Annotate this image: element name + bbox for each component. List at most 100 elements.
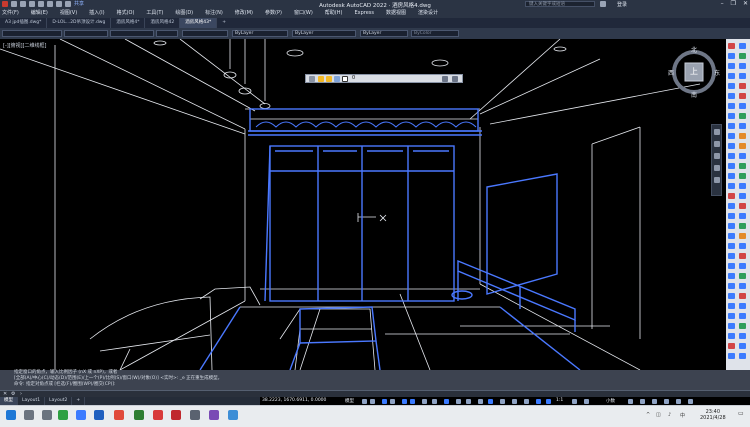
search-icon[interactable] xyxy=(24,410,34,420)
app-red-icon[interactable] xyxy=(114,410,124,420)
region-icon[interactable] xyxy=(739,183,746,189)
minimize-button[interactable]: – xyxy=(721,0,724,7)
viewport-controls[interactable]: [-][俯视][二维线框] xyxy=(3,42,47,49)
current-layer-name[interactable]: 0 xyxy=(352,75,355,81)
quick-dimension-icon[interactable] xyxy=(728,273,735,279)
annotation-scale-icon[interactable] xyxy=(536,399,541,404)
zoom-window-icon[interactable] xyxy=(739,293,746,299)
app-blue-icon[interactable] xyxy=(228,410,238,420)
layer-lock-tool-icon[interactable] xyxy=(739,283,746,289)
point-icon[interactable] xyxy=(739,153,746,159)
polar-icon[interactable] xyxy=(390,399,395,404)
layer-properties-icon[interactable] xyxy=(309,76,315,82)
tolerance-icon[interactable] xyxy=(728,253,735,259)
annotation-monitor-icon[interactable] xyxy=(584,399,589,404)
start-icon[interactable] xyxy=(6,410,16,420)
leader-icon[interactable] xyxy=(728,243,735,249)
dynamic-ucs-icon[interactable] xyxy=(478,399,483,404)
transparency-icon[interactable] xyxy=(444,399,449,404)
workspace-switch-icon[interactable] xyxy=(546,399,551,404)
autocad-taskbar-icon[interactable] xyxy=(171,410,181,420)
join-icon[interactable] xyxy=(728,163,735,169)
viewcube[interactable]: 北 南 东 西 上 xyxy=(668,45,720,99)
annotation-scale-value[interactable]: 1:1 xyxy=(556,398,563,403)
offset-icon[interactable] xyxy=(728,73,735,79)
mtext-icon[interactable] xyxy=(739,203,746,209)
plot-icon[interactable] xyxy=(728,353,735,359)
dimension-linear-icon[interactable] xyxy=(728,203,735,209)
menu-view[interactable]: 视图(V) xyxy=(60,9,77,18)
selection-cycling-icon[interactable] xyxy=(456,399,461,404)
gizmo-icon[interactable] xyxy=(500,399,505,404)
layer-previous-icon[interactable] xyxy=(452,76,458,82)
volume-icon[interactable]: ♪ xyxy=(668,412,671,418)
model-tab[interactable]: 模型 xyxy=(0,397,18,405)
quick-properties-icon[interactable] xyxy=(628,399,633,404)
browser-icon[interactable] xyxy=(76,410,86,420)
area-icon[interactable] xyxy=(739,333,746,339)
arc-icon[interactable] xyxy=(739,83,746,89)
sign-in-button[interactable]: 登录 xyxy=(617,1,627,8)
menu-format[interactable]: 格式(O) xyxy=(117,9,135,18)
dimension-edit-icon[interactable] xyxy=(728,303,735,309)
app-green-icon[interactable] xyxy=(134,410,144,420)
file-tab[interactable]: 酒房风格42 xyxy=(145,18,181,28)
circle-icon[interactable] xyxy=(739,93,746,99)
layout-tab[interactable]: Layout1 xyxy=(18,397,46,405)
steering-wheel-icon[interactable] xyxy=(714,129,720,135)
array-icon[interactable] xyxy=(728,83,735,89)
object-snap-tracking-icon[interactable] xyxy=(410,399,415,404)
measure-icon[interactable] xyxy=(739,223,746,229)
dimension-angle-icon[interactable] xyxy=(728,233,735,239)
fillet-icon[interactable] xyxy=(728,183,735,189)
add-selected-icon[interactable] xyxy=(739,213,746,219)
undo-tool-icon[interactable] xyxy=(728,343,735,349)
new-tab-button[interactable]: + xyxy=(217,18,231,28)
auto-scale-icon[interactable] xyxy=(524,399,529,404)
matchprop-icon[interactable] xyxy=(739,233,746,239)
gradient-icon[interactable] xyxy=(739,173,746,179)
app-gray-icon[interactable] xyxy=(190,410,200,420)
dimstyle-dropdown[interactable] xyxy=(64,30,108,37)
extend-icon[interactable] xyxy=(728,143,735,149)
restore-button[interactable]: ❐ xyxy=(731,0,736,7)
menu-modify[interactable]: 修改(M) xyxy=(235,9,253,18)
zoom-extents-tool-icon[interactable] xyxy=(739,323,746,329)
plotstyle-dropdown[interactable]: ByColor xyxy=(411,30,459,37)
app-record-icon[interactable] xyxy=(153,410,163,420)
pan-icon[interactable] xyxy=(714,141,720,147)
polygon-icon[interactable] xyxy=(739,63,746,69)
layer-off-icon[interactable] xyxy=(739,273,746,279)
layout-tab[interactable]: Layout2 xyxy=(45,397,73,405)
zoom-previous-icon[interactable] xyxy=(739,303,746,309)
redo-tool-icon[interactable] xyxy=(739,343,746,349)
lineweight-dropdown[interactable]: ByLayer xyxy=(360,30,408,37)
move-icon[interactable] xyxy=(728,93,735,99)
dimension-aligned-icon[interactable] xyxy=(728,213,735,219)
explode-icon[interactable] xyxy=(728,193,735,199)
center-mark-icon[interactable] xyxy=(728,263,735,269)
insert-block-icon[interactable] xyxy=(739,133,746,139)
distance-icon[interactable] xyxy=(728,333,735,339)
cursor-coordinates[interactable]: 38.2223, 1670.6911, 0.0000 xyxy=(262,398,326,403)
app-purple-icon[interactable] xyxy=(209,410,219,420)
hardware-acceleration-icon[interactable] xyxy=(664,399,669,404)
command-line[interactable]: ✕ ⚙ › xyxy=(0,390,750,397)
layer-isolate-icon[interactable] xyxy=(739,253,746,259)
ortho-icon[interactable] xyxy=(382,399,387,404)
help-search-input[interactable]: 键入关键字或短语 xyxy=(525,1,595,7)
make-block-icon[interactable] xyxy=(739,143,746,149)
menu-data-view[interactable]: 数据视图 xyxy=(386,9,406,18)
compass-south[interactable]: 南 xyxy=(691,90,697,99)
compass-north[interactable]: 北 xyxy=(691,45,697,54)
lineweight-display-icon[interactable] xyxy=(432,399,437,404)
menu-draw[interactable]: 绘图(D) xyxy=(175,9,193,18)
customization-icon[interactable] xyxy=(688,399,693,404)
color-dropdown[interactable]: ByLayer xyxy=(232,30,288,37)
tray-chevron-icon[interactable]: ^ xyxy=(646,412,650,418)
rotate-icon[interactable] xyxy=(728,103,735,109)
wechat-icon[interactable] xyxy=(58,410,68,420)
revcloud-icon[interactable] xyxy=(739,103,746,109)
orbit-icon[interactable] xyxy=(714,165,720,171)
user-icon[interactable] xyxy=(600,1,606,7)
